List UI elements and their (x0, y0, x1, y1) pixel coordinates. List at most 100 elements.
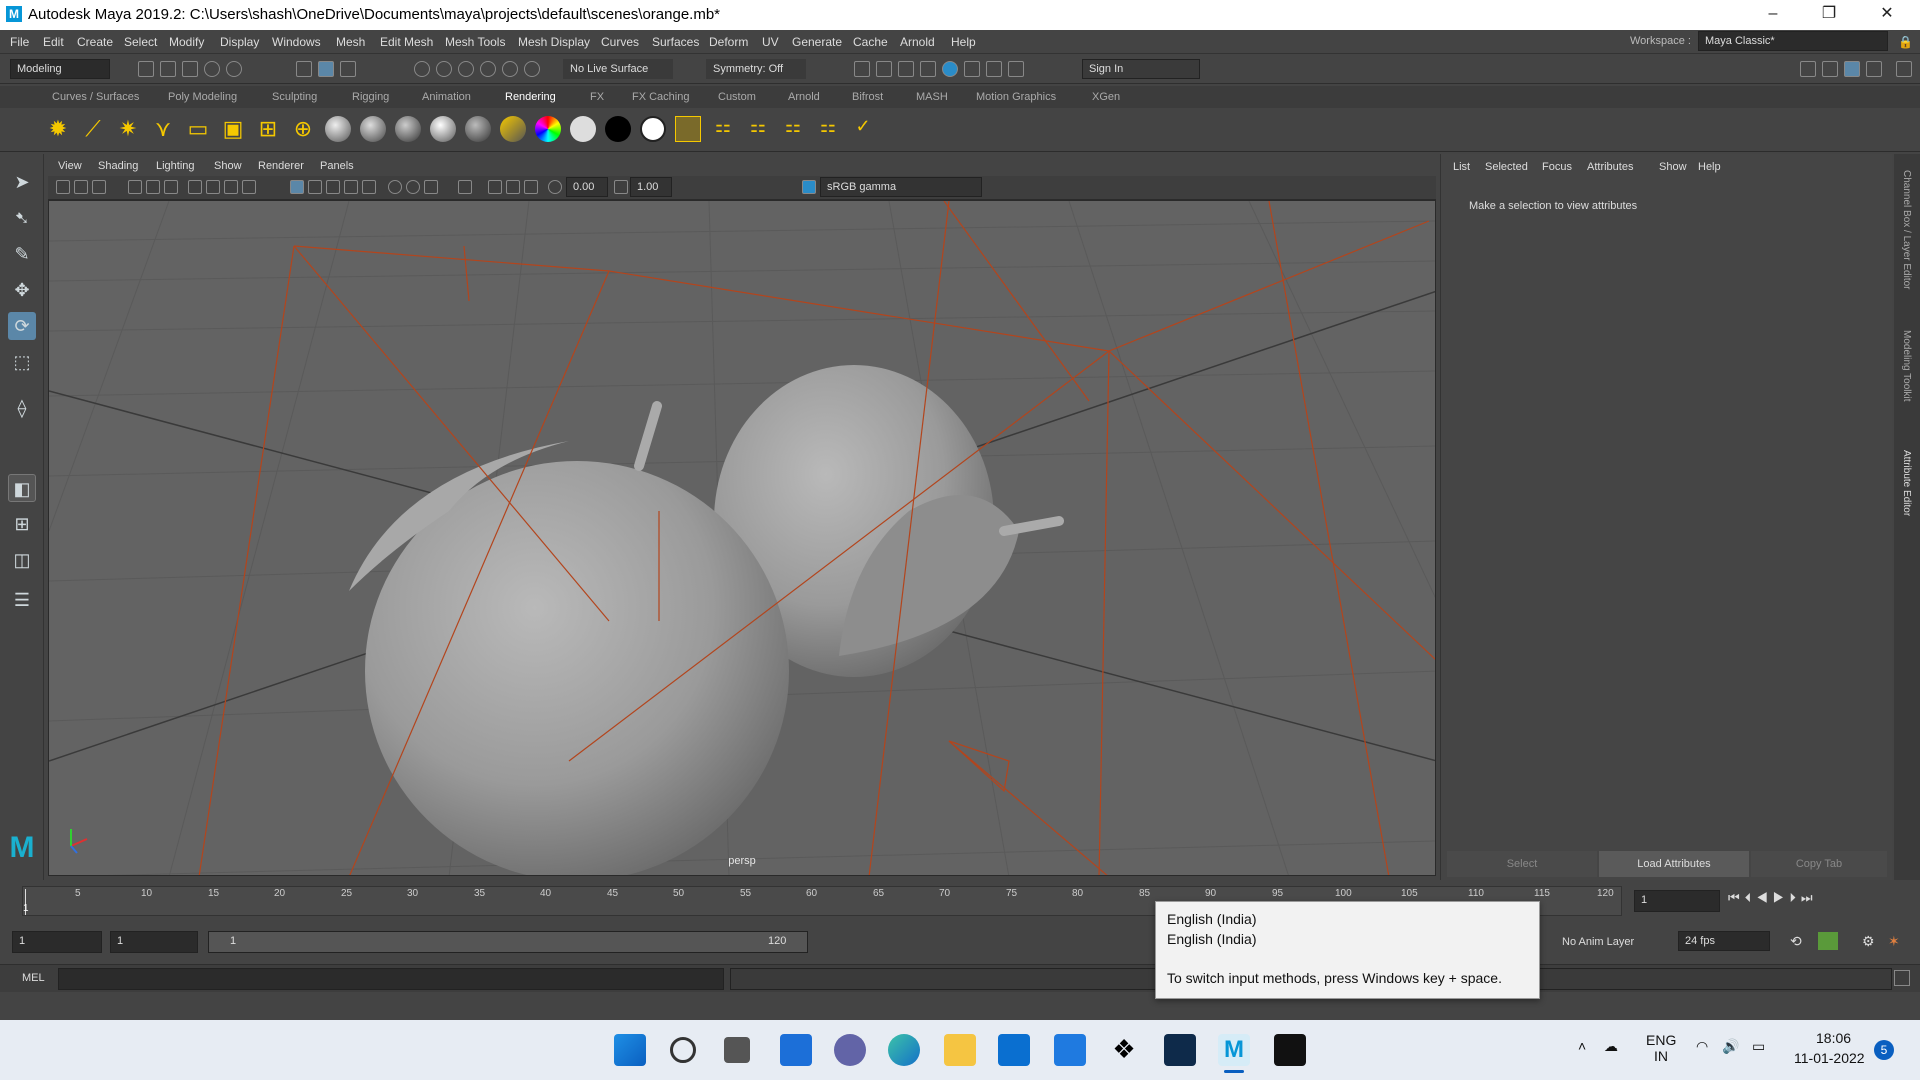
dropbox-icon[interactable]: ❖ (1108, 1034, 1140, 1066)
motion-blur-icon[interactable] (388, 180, 402, 194)
two-view-layout-icon[interactable]: ◫ (8, 546, 36, 574)
menu-mesh-display[interactable]: Mesh Display (518, 35, 590, 49)
new-scene-icon[interactable] (138, 61, 154, 77)
select-object-icon[interactable] (318, 61, 334, 77)
phong-shader-icon[interactable] (395, 116, 421, 142)
phonge-shader-icon[interactable] (430, 116, 456, 142)
snap-view-plane-icon[interactable] (480, 61, 496, 77)
language-indicator[interactable]: ENG IN (1646, 1032, 1676, 1064)
live-surface-field[interactable]: No Live Surface (563, 59, 673, 79)
pinned-app-icon[interactable] (1164, 1034, 1196, 1066)
lambert-shader-icon[interactable] (360, 116, 386, 142)
playback-start-field[interactable]: 1 (110, 931, 198, 953)
snap-curve-icon[interactable] (436, 61, 452, 77)
render-settings-icon[interactable] (920, 61, 936, 77)
blinn-shader-icon[interactable] (325, 116, 351, 142)
side-tab-modeling-toolkit[interactable]: Modeling Toolkit (1901, 330, 1912, 402)
menu-display[interactable]: Display (220, 35, 259, 49)
depth-of-field-icon[interactable] (424, 180, 438, 194)
menu-deform[interactable]: Deform (709, 35, 748, 49)
light-editor-icon[interactable] (986, 61, 1002, 77)
task-view-icon[interactable] (724, 1037, 750, 1063)
render-image-icon[interactable] (675, 116, 701, 142)
widgets-icon[interactable] (780, 1034, 812, 1066)
attr-menu-focus[interactable]: Focus (1542, 161, 1572, 173)
lasso-tool-icon[interactable]: ➷ (8, 204, 36, 232)
snap-grid-icon[interactable] (414, 61, 430, 77)
anim-layer-label[interactable]: No Anim Layer (1562, 936, 1634, 948)
render-sequence-icon[interactable]: ⚏ (815, 116, 841, 142)
viewport-menu-view[interactable]: View (58, 160, 82, 172)
snap-point-icon[interactable] (458, 61, 474, 77)
volume-light-icon[interactable]: ▣ (220, 116, 246, 142)
preferences-icon[interactable]: ⚙ (1862, 933, 1875, 950)
onedrive-icon[interactable]: ☁ (1604, 1038, 1618, 1055)
volume-icon[interactable]: 🔊 (1722, 1038, 1739, 1055)
spot-light-icon[interactable]: ⋎ (150, 116, 176, 142)
render-setup-icon[interactable] (964, 61, 980, 77)
tool-settings-toggle-icon[interactable] (1866, 61, 1882, 77)
render-view-icon[interactable] (854, 61, 870, 77)
side-tab-channel-box[interactable]: Channel Box / Layer Editor (1901, 170, 1912, 290)
menu-modify[interactable]: Modify (169, 35, 204, 49)
menu-cache[interactable]: Cache (853, 35, 888, 49)
viewport-menu-shading[interactable]: Shading (98, 160, 138, 172)
menu-create[interactable]: Create (77, 35, 113, 49)
shelf-tab-rigging[interactable]: Rigging (352, 91, 389, 103)
menu-help[interactable]: Help (951, 35, 976, 49)
command-input[interactable] (58, 968, 724, 990)
menu-surfaces[interactable]: Surfaces (652, 35, 699, 49)
batch-render-icon[interactable]: ⚏ (780, 116, 806, 142)
hypershade-icon[interactable] (942, 61, 958, 77)
single-perspective-layout-icon[interactable]: ◧ (8, 474, 36, 502)
restore-button[interactable]: ❐ (1806, 0, 1852, 30)
view-transform-dropdown[interactable]: sRGB gamma (820, 177, 982, 197)
directional-light-icon[interactable]: ⟋ (80, 116, 106, 142)
bookmark-icon[interactable] (74, 180, 88, 194)
exposure-field[interactable]: 0.00 (566, 177, 608, 197)
open-scene-icon[interactable] (160, 61, 176, 77)
character-controls-toggle-icon[interactable] (1822, 61, 1838, 77)
animation-start-field[interactable]: 1 (12, 931, 102, 953)
menu-generate[interactable]: Generate (792, 35, 842, 49)
menu-edit-mesh[interactable]: Edit Mesh (380, 35, 433, 49)
workspace-dropdown[interactable]: Maya Classic* (1698, 31, 1888, 51)
sign-in-button[interactable]: Sign In (1082, 59, 1200, 79)
resolution-gate-icon[interactable] (164, 180, 178, 194)
shelf-tab-custom[interactable]: Custom (718, 91, 756, 103)
shelf-tab-xgen[interactable]: XGen (1092, 91, 1120, 103)
backface-culling-icon[interactable] (524, 180, 538, 194)
attr-menu-help[interactable]: Help (1698, 161, 1721, 173)
xray-joints-icon[interactable] (488, 180, 502, 194)
scale-tool-icon[interactable]: ⬚ (8, 348, 36, 376)
save-scene-icon[interactable] (182, 61, 198, 77)
menu-curves[interactable]: Curves (601, 35, 639, 49)
menu-file[interactable]: File (10, 35, 29, 49)
shadows-icon[interactable] (344, 180, 358, 194)
surface-shader-icon[interactable] (570, 116, 596, 142)
menu-edit[interactable]: Edit (43, 35, 64, 49)
attr-menu-selected[interactable]: Selected (1485, 161, 1528, 173)
viewport-menu-panels[interactable]: Panels (320, 160, 354, 172)
anti-aliasing-icon[interactable] (406, 180, 420, 194)
snap-vertex-icon[interactable] (524, 61, 540, 77)
undo-icon[interactable] (204, 61, 220, 77)
edge-icon[interactable] (888, 1034, 920, 1066)
menu-select[interactable]: Select (124, 35, 157, 49)
shaded-icon[interactable] (290, 180, 304, 194)
render-frame-icon[interactable] (876, 61, 892, 77)
point-light-icon[interactable]: ✷ (115, 116, 141, 142)
clock-time[interactable]: 18:06 (1816, 1030, 1851, 1046)
wireframe-on-shaded-icon[interactable] (224, 180, 238, 194)
shelf-tab-rendering[interactable]: Rendering (505, 91, 556, 103)
load-attributes-button[interactable]: Load Attributes (1599, 851, 1749, 877)
character-set-icon[interactable]: ✶ (1888, 933, 1900, 950)
auto-key-icon[interactable] (1818, 932, 1838, 950)
chat-icon[interactable] (834, 1034, 866, 1066)
shelf-tab-motion-graphics[interactable]: Motion Graphics (976, 91, 1056, 103)
viewport-menu-renderer[interactable]: Renderer (258, 160, 304, 172)
redo-icon[interactable] (226, 61, 242, 77)
render-current-frame-icon[interactable]: ⚏ (710, 116, 736, 142)
smooth-shade-icon[interactable] (206, 180, 220, 194)
battery-icon[interactable]: ▭ (1752, 1038, 1765, 1055)
